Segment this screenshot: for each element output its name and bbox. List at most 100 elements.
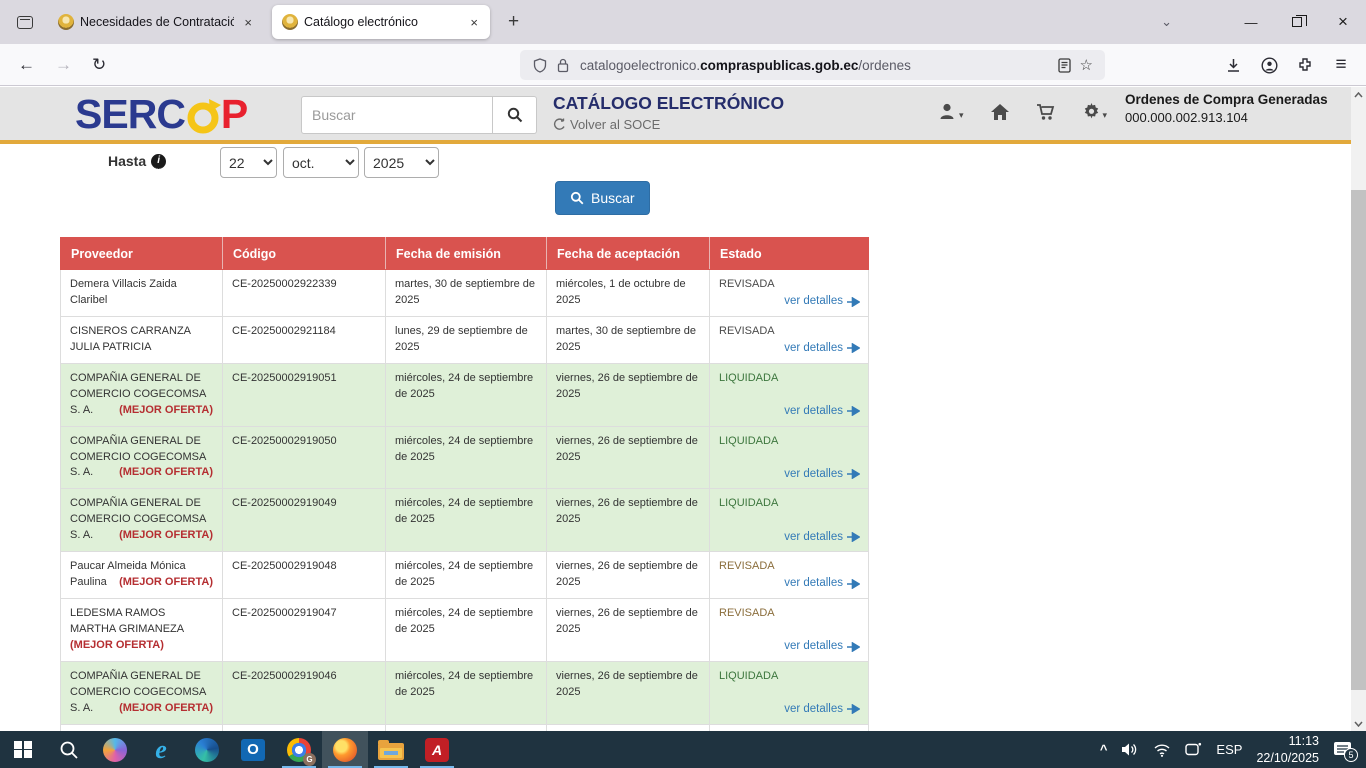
codigo-text: CE-20250002919046 xyxy=(223,661,386,724)
ver-detalles-link[interactable]: ver detalles xyxy=(784,340,860,357)
buscar-button[interactable]: Buscar xyxy=(555,181,650,215)
ver-detalles-link[interactable]: ver detalles xyxy=(784,466,860,483)
edge-icon[interactable] xyxy=(184,731,230,768)
proveedor-text: Demera Villacis Zaida Claribel xyxy=(70,278,177,306)
ver-detalles-link[interactable]: ver detalles xyxy=(784,403,860,420)
year-select[interactable]: 2025 xyxy=(364,147,439,178)
language-indicator[interactable]: ESP xyxy=(1216,742,1242,757)
home-icon[interactable] xyxy=(990,103,1010,121)
chrome-icon[interactable]: G xyxy=(276,731,322,768)
search-icon xyxy=(570,191,584,205)
downloads-icon[interactable] xyxy=(1218,50,1248,80)
scroll-down-icon[interactable] xyxy=(1351,716,1366,731)
table-header-row: Proveedor Código Fecha de emisión Fecha … xyxy=(61,238,869,270)
ver-detalles-link[interactable]: ver detalles xyxy=(784,529,860,546)
aceptacion-text: miércoles, 1 de octubre de 2025 xyxy=(547,270,710,317)
col-codigo: Código xyxy=(223,238,386,270)
minimize-button[interactable]: — xyxy=(1228,0,1274,44)
arrow-right-icon xyxy=(847,343,860,353)
extensions-icon[interactable] xyxy=(1290,50,1320,80)
lock-icon[interactable] xyxy=(557,58,569,73)
aceptacion-text: viernes, 26 de septiembre de 2025 xyxy=(547,426,710,489)
aceptacion-text: martes, 30 de septiembre de 2025 xyxy=(547,316,710,363)
tab-catalogo[interactable]: Catálogo electrónico × xyxy=(272,5,490,39)
user-menu-icon[interactable]: ▾ xyxy=(938,102,964,121)
acrobat-icon[interactable]: A xyxy=(414,731,460,768)
shield-icon[interactable] xyxy=(533,58,547,73)
start-button[interactable] xyxy=(0,731,46,768)
tray-expand-icon[interactable]: ^ xyxy=(1100,742,1108,757)
firefox-view-icon[interactable] xyxy=(10,8,40,36)
estado-badge: LIQUIDADA xyxy=(719,670,778,682)
settings-gear-icon[interactable]: ▾ xyxy=(1082,102,1108,121)
volver-soce-link[interactable]: Volver al SOCE xyxy=(553,117,660,132)
url-bar[interactable]: catalogoelectronico.compraspublicas.gob.… xyxy=(520,50,1105,80)
internet-explorer-icon[interactable]: e xyxy=(138,731,184,768)
file-explorer-icon[interactable] xyxy=(368,731,414,768)
arrow-right-icon xyxy=(847,297,860,307)
close-window-button[interactable]: × xyxy=(1320,0,1366,44)
bookmark-star-icon[interactable]: ☆ xyxy=(1080,56,1093,74)
tab-close-icon[interactable]: × xyxy=(466,13,482,32)
tab-close-icon[interactable]: × xyxy=(240,13,256,32)
page-title: CATÁLOGO ELECTRÓNICO xyxy=(553,93,784,114)
col-fecha-emision: Fecha de emisión xyxy=(386,238,547,270)
vertical-scrollbar[interactable] xyxy=(1351,87,1366,731)
reload-icon[interactable]: ↻ xyxy=(82,51,116,79)
cart-icon[interactable] xyxy=(1036,103,1056,121)
emision-text: miércoles, 24 de septiembre de 2025 xyxy=(386,599,547,662)
aceptacion-text: viernes, 26 de septiembre de 2025 xyxy=(547,489,710,552)
copilot-icon[interactable] xyxy=(92,731,138,768)
codigo-text: CE-20250002919051 xyxy=(223,363,386,426)
list-all-tabs-icon[interactable]: ⌄ xyxy=(1161,14,1172,30)
col-proveedor: Proveedor xyxy=(61,238,223,270)
account-icon[interactable] xyxy=(1254,50,1284,80)
search-button[interactable] xyxy=(493,96,537,134)
sercop-logo[interactable]: SERC P xyxy=(75,91,247,138)
clock[interactable]: 11:13 22/10/2025 xyxy=(1256,733,1319,766)
ver-detalles-link[interactable]: ver detalles xyxy=(784,638,860,655)
arrow-right-icon xyxy=(847,579,860,589)
info-icon[interactable]: i xyxy=(151,154,166,169)
search-input[interactable] xyxy=(301,96,493,134)
browser-tab-strip: Necesidades de Contratación y × Catálogo… xyxy=(0,0,1366,44)
scroll-up-icon[interactable] xyxy=(1351,87,1366,102)
emision-text: miércoles, 24 de septiembre de 2025 xyxy=(386,426,547,489)
ecuador-favicon-icon xyxy=(282,14,298,30)
mejor-oferta-label: (MEJOR OFERTA) xyxy=(119,575,213,591)
wifi-icon[interactable] xyxy=(1153,743,1171,757)
day-select[interactable]: 22 xyxy=(220,147,277,178)
back-icon[interactable]: ← xyxy=(8,51,45,79)
ver-detalles-link[interactable]: ver detalles xyxy=(784,701,860,718)
emision-text: martes, 30 de septiembre de 2025 xyxy=(386,270,547,317)
menu-icon[interactable]: ≡ xyxy=(1326,50,1356,80)
outlook-icon[interactable]: O xyxy=(230,731,276,768)
tab-necesidades[interactable]: Necesidades de Contratación y × xyxy=(48,5,264,39)
meet-now-icon[interactable] xyxy=(1185,742,1202,757)
arrow-right-icon xyxy=(847,532,860,542)
ver-detalles-link[interactable]: ver detalles xyxy=(784,575,860,592)
aceptacion-text: viernes, 26 de septiembre de 2025 xyxy=(547,552,710,599)
tab-title: Catálogo electrónico xyxy=(304,15,460,29)
arrow-right-icon xyxy=(847,469,860,479)
estado-badge: REVISADA xyxy=(719,278,775,290)
ver-detalles-link[interactable]: ver detalles xyxy=(784,293,860,310)
orders-generated-count: 000.000.002.913.104 xyxy=(1125,110,1345,125)
volume-icon[interactable] xyxy=(1121,742,1139,757)
date-text: 22/10/2025 xyxy=(1256,750,1319,766)
restore-button[interactable] xyxy=(1274,0,1320,44)
url-text[interactable]: catalogoelectronico.compraspublicas.gob.… xyxy=(580,58,1053,73)
month-select[interactable]: oct. xyxy=(283,147,359,178)
firefox-icon[interactable] xyxy=(322,731,368,768)
taskbar-search-icon[interactable] xyxy=(46,731,92,768)
orders-table: Proveedor Código Fecha de emisión Fecha … xyxy=(60,237,869,731)
proveedor-text: LEDESMA RAMOS MARTHA GRIMANEZA xyxy=(70,607,183,635)
windows-taskbar: e O G A ^ ESP 11:13 22/10/2025 5 xyxy=(0,731,1366,768)
scrollbar-thumb[interactable] xyxy=(1351,190,1366,690)
reader-mode-icon[interactable] xyxy=(1058,58,1071,73)
new-tab-button[interactable]: + xyxy=(500,11,527,33)
notification-center-icon[interactable]: 5 xyxy=(1333,741,1352,758)
col-fecha-aceptacion: Fecha de aceptación xyxy=(547,238,710,270)
logo-text: SER xyxy=(75,91,156,138)
mejor-oferta-label: (MEJOR OFERTA) xyxy=(119,465,213,481)
